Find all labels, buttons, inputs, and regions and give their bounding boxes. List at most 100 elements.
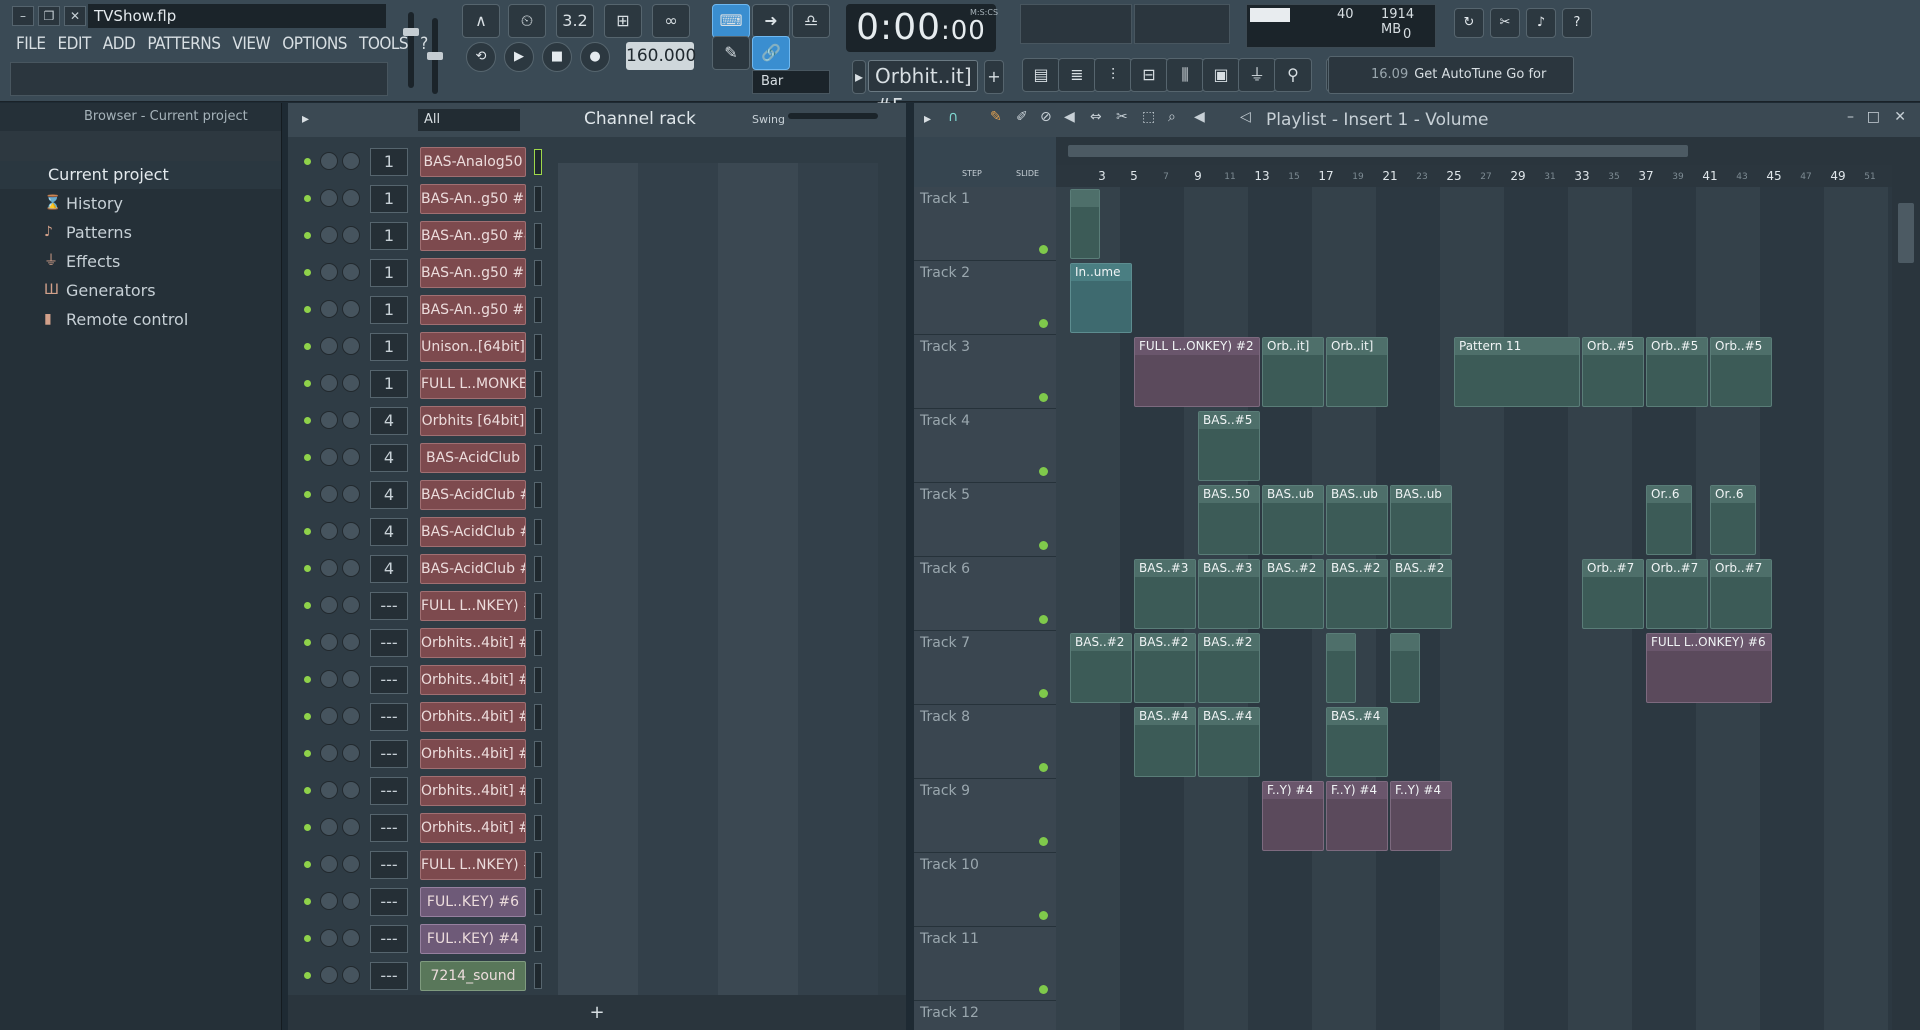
help-icon[interactable]: ? bbox=[1562, 8, 1592, 38]
mixer-route-field[interactable]: 1 bbox=[370, 148, 408, 176]
track-header[interactable]: Track 10 bbox=[914, 853, 1056, 927]
track-header[interactable]: Track 8 bbox=[914, 705, 1056, 779]
volume-knob[interactable] bbox=[342, 152, 360, 170]
menu-patterns[interactable]: PATTERNS bbox=[141, 32, 226, 58]
piano-roll-icon[interactable]: ⫶ bbox=[1094, 58, 1132, 92]
menu-view[interactable]: VIEW bbox=[226, 32, 276, 58]
channel-mute-led[interactable] bbox=[304, 676, 311, 683]
pan-knob[interactable] bbox=[320, 300, 338, 318]
track-header[interactable]: Track 4 bbox=[914, 409, 1056, 483]
playlist-clip[interactable]: BAS..ub bbox=[1390, 485, 1452, 555]
pan-knob[interactable] bbox=[320, 707, 338, 725]
playlist-clip[interactable]: F..Y) #4 bbox=[1262, 781, 1324, 851]
channel-select-indicator[interactable] bbox=[534, 630, 542, 656]
step-edit-icon[interactable]: ⊞ bbox=[604, 4, 642, 38]
playlist-clip[interactable]: Orb..#5 bbox=[1710, 337, 1772, 407]
news-banner[interactable]: 16.09Get AutoTune Go for free bbox=[1328, 56, 1574, 118]
minimize-icon[interactable]: – bbox=[1847, 109, 1854, 125]
channel-select-indicator[interactable] bbox=[534, 223, 542, 249]
channel-button[interactable]: FULL L..NKEY) #5 bbox=[420, 850, 526, 880]
restore-icon[interactable]: ❐ bbox=[38, 6, 60, 26]
track-header[interactable]: Track 12 bbox=[914, 1001, 1056, 1030]
volume-knob[interactable] bbox=[342, 337, 360, 355]
pan-knob[interactable] bbox=[320, 818, 338, 836]
channel-mute-led[interactable] bbox=[304, 454, 311, 461]
metronome-icon[interactable]: ∧ bbox=[462, 4, 500, 38]
track-mute-led[interactable] bbox=[1039, 319, 1048, 328]
track-header[interactable]: Track 1 bbox=[914, 187, 1056, 261]
playlist-clip[interactable]: BAS..#4 bbox=[1134, 707, 1196, 777]
volume-knob[interactable] bbox=[342, 522, 360, 540]
playlist-clip[interactable]: Or..6 bbox=[1646, 485, 1692, 555]
channel-mute-led[interactable] bbox=[304, 380, 311, 387]
channel-select-indicator[interactable] bbox=[534, 334, 542, 360]
channel-mute-led[interactable] bbox=[304, 232, 311, 239]
playlist-clip[interactable]: Orb..#5 bbox=[1582, 337, 1644, 407]
channel-button[interactable]: BAS-AcidClub bbox=[420, 443, 526, 473]
channel-button[interactable]: BAS-AcidClub #4 bbox=[420, 554, 526, 584]
mixer-route-field[interactable]: --- bbox=[370, 740, 408, 768]
pan-knob[interactable] bbox=[320, 522, 338, 540]
pan-knob[interactable] bbox=[320, 855, 338, 873]
pattern-prev-icon[interactable]: ▸ bbox=[852, 60, 866, 94]
mixer-route-field[interactable]: 4 bbox=[370, 407, 408, 435]
pan-knob[interactable] bbox=[320, 448, 338, 466]
volume-knob[interactable] bbox=[342, 448, 360, 466]
channel-mute-led[interactable] bbox=[304, 787, 311, 794]
browser-icon[interactable]: ▣ bbox=[1202, 58, 1240, 92]
pattern-selector[interactable]: Orbhit..it] #5 bbox=[868, 60, 978, 118]
volume-knob[interactable] bbox=[342, 411, 360, 429]
channel-button[interactable]: BAS-AcidClub #2 bbox=[420, 480, 526, 510]
channel-mute-led[interactable] bbox=[304, 565, 311, 572]
channel-button[interactable]: FULL L..NKEY) #3 bbox=[420, 591, 526, 621]
channel-rack-icon[interactable]: ≣ bbox=[1058, 58, 1096, 92]
playlist-clip[interactable]: FULL L..ONKEY) #6 bbox=[1646, 633, 1772, 703]
countdown-icon[interactable]: 3.2 bbox=[556, 4, 594, 38]
pan-knob[interactable] bbox=[320, 226, 338, 244]
channel-select-indicator[interactable] bbox=[534, 778, 542, 804]
channel-select-indicator[interactable] bbox=[534, 667, 542, 693]
channel-button[interactable]: Orbhits..4bit] #7 bbox=[420, 813, 526, 843]
channel-select-indicator[interactable] bbox=[534, 408, 542, 434]
delete-icon[interactable]: ⊘ bbox=[1040, 109, 1052, 125]
channel-button[interactable]: Unison..[64bit] bbox=[420, 332, 526, 362]
channel-button[interactable]: BAS-An..g50 #4 bbox=[420, 221, 526, 251]
pan-knob[interactable] bbox=[320, 374, 338, 392]
microphone-icon[interactable]: ♎ bbox=[792, 4, 830, 38]
pan-knob[interactable] bbox=[320, 596, 338, 614]
add-channel-button[interactable]: + bbox=[288, 995, 906, 1030]
volume-knob[interactable] bbox=[342, 892, 360, 910]
snap-selector[interactable]: Bar bbox=[752, 70, 830, 94]
channel-mute-led[interactable] bbox=[304, 269, 311, 276]
track-header[interactable]: Track 11 bbox=[914, 927, 1056, 1001]
channel-select-indicator[interactable] bbox=[534, 889, 542, 915]
mixer-route-field[interactable]: --- bbox=[370, 629, 408, 657]
mixer-route-field[interactable]: 1 bbox=[370, 333, 408, 361]
volume-knob[interactable] bbox=[342, 485, 360, 503]
master-pitch-handle[interactable] bbox=[427, 52, 443, 60]
volume-knob[interactable] bbox=[342, 929, 360, 947]
pan-knob[interactable] bbox=[320, 670, 338, 688]
playlist-clip[interactable]: BAS..ub bbox=[1326, 485, 1388, 555]
track-header[interactable]: Track 5 bbox=[914, 483, 1056, 557]
minimize-icon[interactable]: – bbox=[12, 6, 34, 26]
channel-select-indicator[interactable] bbox=[534, 149, 542, 175]
channel-select-indicator[interactable] bbox=[534, 186, 542, 212]
tempo-field[interactable]: 160.000 bbox=[626, 42, 696, 70]
channel-button[interactable]: Orbhits..4bit] #2 bbox=[420, 628, 526, 658]
playlist-clip[interactable]: BAS..#2 bbox=[1134, 633, 1196, 703]
track-mute-led[interactable] bbox=[1039, 911, 1048, 920]
volume-knob[interactable] bbox=[342, 966, 360, 984]
mixer-route-field[interactable]: 1 bbox=[370, 185, 408, 213]
channel-mute-led[interactable] bbox=[304, 602, 311, 609]
volume-knob[interactable] bbox=[342, 559, 360, 577]
channel-select-indicator[interactable] bbox=[534, 593, 542, 619]
channel-mute-led[interactable] bbox=[304, 972, 311, 979]
channel-mute-led[interactable] bbox=[304, 306, 311, 313]
channel-filter-select[interactable]: All bbox=[418, 109, 520, 131]
channel-button[interactable]: Orbhits [64bit] bbox=[420, 406, 526, 436]
channel-mute-led[interactable] bbox=[304, 639, 311, 646]
playlist-clip[interactable]: In..ume bbox=[1070, 263, 1132, 333]
playlist-clip[interactable]: Orb..#7 bbox=[1582, 559, 1644, 629]
volume-knob[interactable] bbox=[342, 707, 360, 725]
